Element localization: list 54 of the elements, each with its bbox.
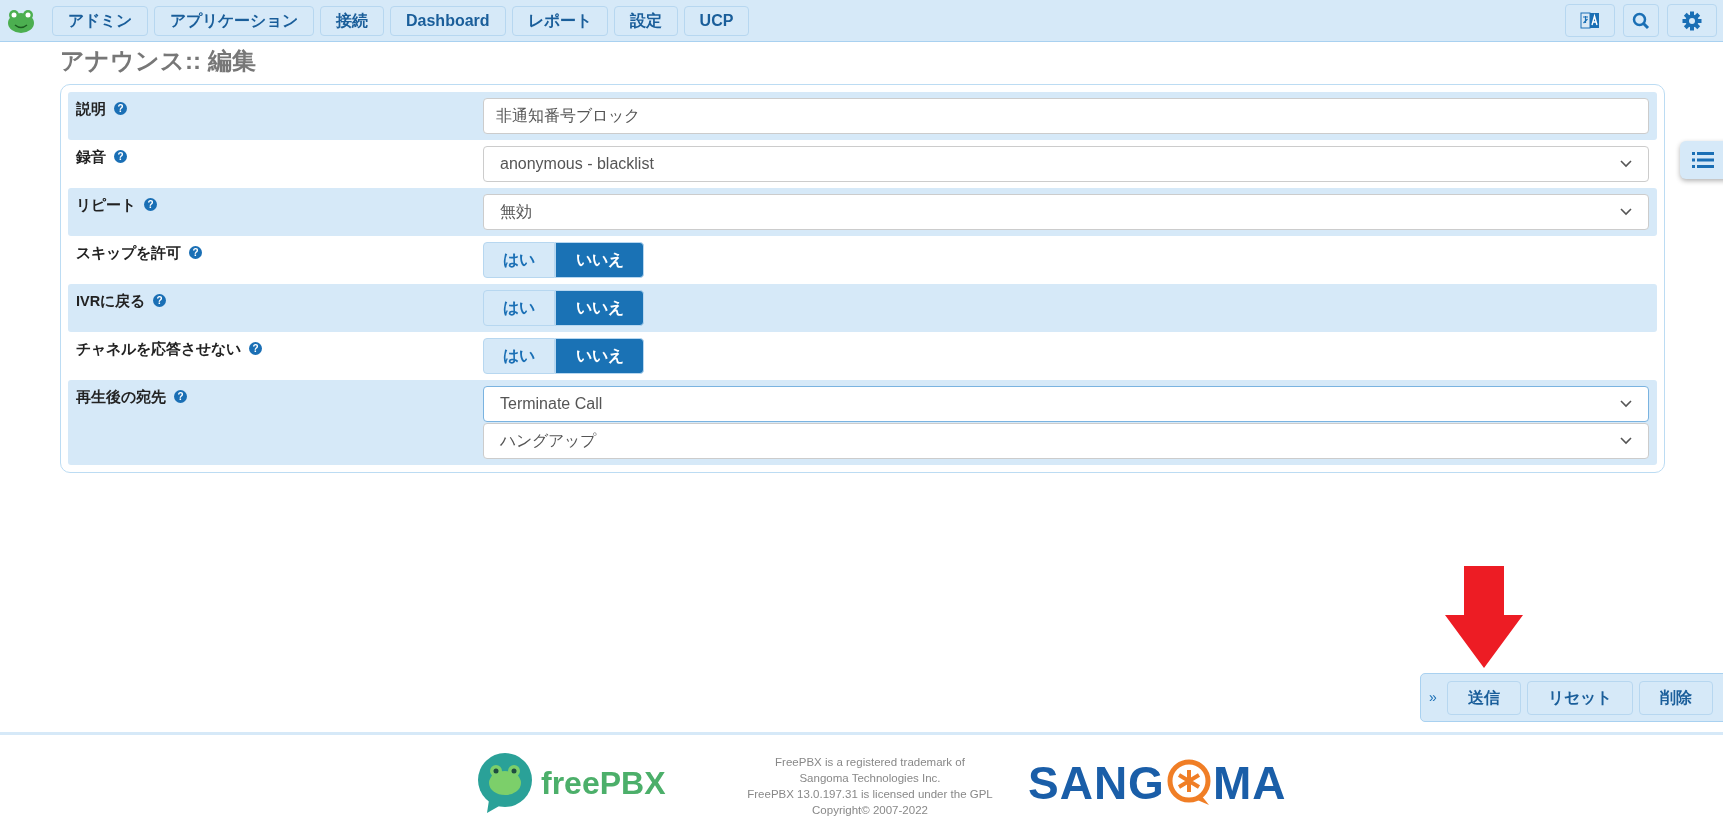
toggle-option[interactable]: はい bbox=[483, 338, 555, 374]
translate-icon[interactable] bbox=[1565, 4, 1615, 37]
field-label: IVRに戻る bbox=[76, 292, 146, 311]
page-title: アナウンス:: 編集 bbox=[60, 46, 257, 76]
toggle-option[interactable]: はい bbox=[483, 290, 555, 326]
nav-tab[interactable]: 設定 bbox=[613, 5, 678, 36]
toggle-option[interactable]: いいえ bbox=[555, 290, 644, 326]
nav-tab[interactable]: アプリケーション bbox=[154, 5, 314, 36]
list-icon[interactable] bbox=[1680, 141, 1723, 179]
field-label: スキップを許可 bbox=[76, 244, 181, 263]
field-label: リピート bbox=[76, 196, 136, 215]
action-button[interactable]: 削除 bbox=[1638, 680, 1713, 715]
footer-text: Copyright© 2007-2022 bbox=[812, 803, 928, 818]
settings-icon[interactable] bbox=[1667, 4, 1717, 37]
help-icon[interactable]: ? bbox=[144, 198, 157, 211]
action-button[interactable]: リセット bbox=[1526, 680, 1633, 715]
footer-text: FreePBX 13.0.197.31 is licensed under the GPL bbox=[747, 787, 993, 802]
brand-name: MA bbox=[1212, 758, 1287, 808]
field-label: チャネルを応答させない bbox=[76, 340, 241, 359]
help-icon[interactable]: ? bbox=[249, 342, 262, 355]
nav-tab[interactable]: レポート bbox=[511, 5, 608, 36]
help-icon[interactable]: ? bbox=[174, 390, 187, 403]
nav-tab[interactable]: Dashboard bbox=[390, 5, 506, 36]
action-button[interactable]: 送信 bbox=[1446, 680, 1521, 715]
brand-name: freePBX bbox=[541, 764, 666, 803]
nav-tab[interactable]: アドミン bbox=[52, 5, 148, 36]
chevron-icon bbox=[1620, 160, 1632, 168]
select-field[interactable]: 無効 bbox=[483, 194, 1649, 230]
nav-tab[interactable]: UCP bbox=[683, 5, 750, 36]
toggle-option[interactable]: はい bbox=[483, 242, 555, 278]
field-label: 録音 bbox=[76, 148, 106, 167]
brand-name: SANG bbox=[1028, 758, 1165, 808]
chevron-icon bbox=[1620, 437, 1632, 445]
help-icon[interactable]: ? bbox=[114, 150, 127, 163]
help-icon[interactable]: ? bbox=[114, 102, 127, 115]
toggle-option[interactable]: いいえ bbox=[555, 338, 644, 374]
footer-text: Sangoma Technologies Inc. bbox=[799, 771, 941, 786]
frog-logo-icon[interactable] bbox=[6, 7, 36, 34]
frog-logo-icon bbox=[475, 752, 535, 814]
help-icon[interactable]: ? bbox=[189, 246, 202, 259]
select-field[interactable]: anonymous - blacklist bbox=[483, 146, 1649, 182]
toggle-option[interactable]: いいえ bbox=[555, 242, 644, 278]
footer-text: FreePBX is a registered trademark of bbox=[775, 755, 965, 770]
field-label: 再生後の宛先 bbox=[76, 388, 166, 407]
select-field[interactable]: ハングアップ bbox=[483, 423, 1649, 459]
text-field[interactable]: 非通知番号ブロック bbox=[483, 98, 1649, 134]
select-field[interactable]: Terminate Call bbox=[483, 386, 1649, 422]
chevron-icon bbox=[1620, 208, 1632, 216]
help-icon[interactable]: ? bbox=[153, 294, 167, 307]
chevron-icon bbox=[1620, 400, 1632, 408]
field-label: 説明 bbox=[76, 100, 106, 119]
nav-tab[interactable]: 接続 bbox=[320, 5, 384, 36]
search-icon[interactable] bbox=[1623, 4, 1659, 37]
expand-toggle[interactable]: » bbox=[1429, 687, 1437, 708]
